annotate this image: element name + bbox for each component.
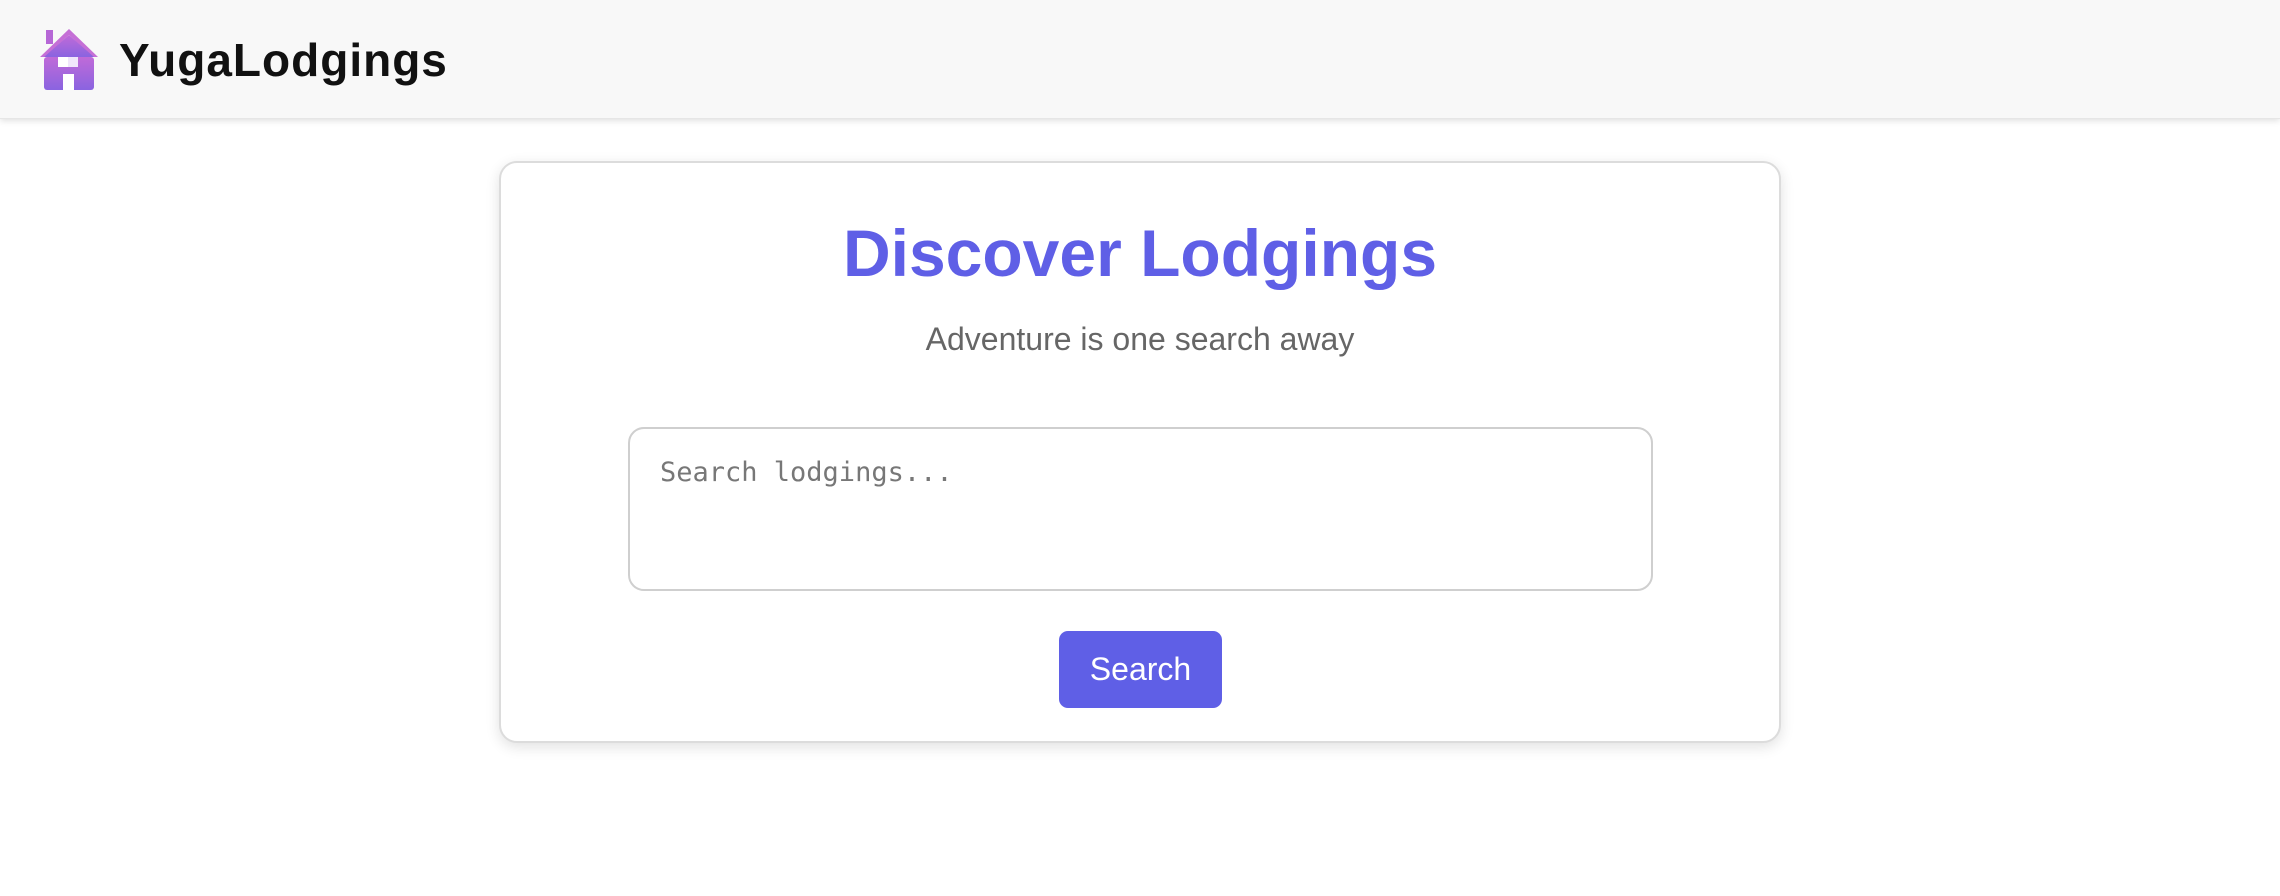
page-title: Discover Lodgings xyxy=(842,216,1438,290)
page-subtitle: Adventure is one search away xyxy=(925,321,1355,357)
brand-logo[interactable]: YugaLodgings xyxy=(37,27,448,93)
top-header: YugaLodgings xyxy=(0,0,2280,119)
search-button[interactable]: Search xyxy=(1059,631,1222,708)
house-icon xyxy=(40,29,98,90)
brand-name: YugaLodgings xyxy=(119,34,448,86)
search-card: Discover Lodgings Adventure is one searc… xyxy=(499,161,1781,743)
search-input[interactable] xyxy=(628,427,1653,591)
